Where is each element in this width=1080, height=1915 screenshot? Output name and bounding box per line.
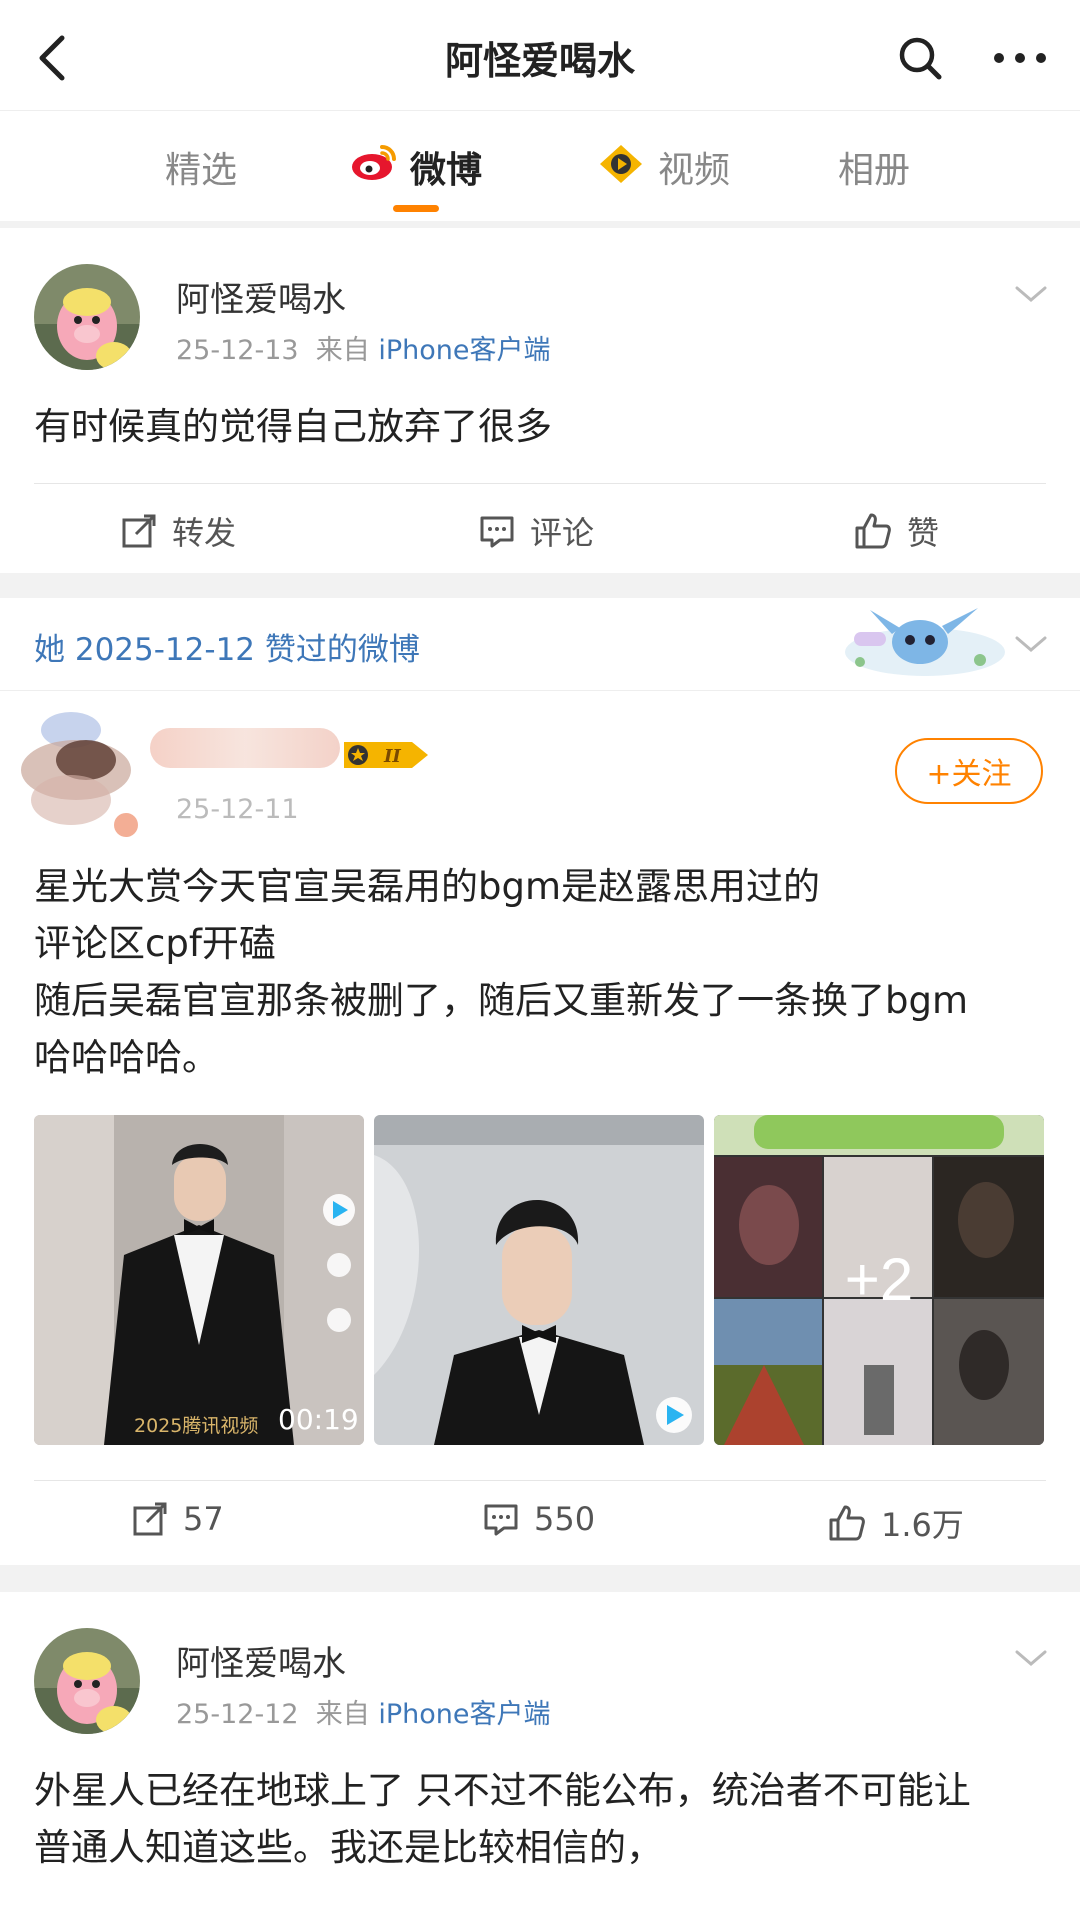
like-button[interactable]: 1.6万 [827,1500,964,1546]
video-icon [598,143,644,189]
active-tab-indicator [393,205,439,212]
blurred-avatar[interactable] [16,700,146,850]
top-bar: 阿怪爱喝水 [0,0,1080,110]
liked-post-date: 25-12-11 [176,794,299,825]
avatar[interactable] [34,264,140,370]
comment-icon [484,1504,518,1536]
post-text: 有时候真的觉得自己放弃了很多 [34,405,552,448]
comment-button[interactable]: 550 [482,1500,595,1538]
video-watermark: 2025腾讯视频 [134,1415,259,1437]
follow-button[interactable]: +关注 [895,738,1043,804]
like-button[interactable]: 赞 [853,508,939,554]
chevron-down-icon[interactable] [1013,282,1049,306]
image-grid-thumbnail[interactable]: +2 [714,1115,1044,1445]
post-card: 阿怪爱喝水 25-12-13 来自 iPhone客户端 有时候真的觉得自己放弃了… [0,228,1080,573]
post-date: 25-12-13 [176,335,299,366]
svg-text:II: II [383,746,401,767]
divider [34,1480,1046,1481]
post-meta: 25-12-12 来自 iPhone客户端 [176,1692,550,1731]
username[interactable]: 阿怪爱喝水 [176,272,346,321]
tab-video[interactable]: 视频 [658,141,730,193]
repost-button[interactable]: 转发 [120,508,236,554]
post-source[interactable]: iPhone客户端 [378,1699,550,1730]
share-icon [122,514,156,548]
repost-label: 转发 [172,514,237,552]
divider [34,483,1046,484]
chevron-down-icon[interactable] [1013,1646,1049,1670]
post-card: 阿怪爱喝水 25-12-12 来自 iPhone客户端 外星人已经在地球上了 只… [0,1592,1080,1915]
thumbs-up-icon [829,1505,865,1541]
like-count: 1.6万 [881,1506,964,1544]
image-thumbnail[interactable] [374,1115,704,1445]
vip-badge-icon: II [342,738,432,776]
text-line: 随后吴磊官宣那条被删了，随后又重新发了一条换了bgm [34,979,969,1022]
comment-label: 评论 [530,514,595,552]
comment-icon [480,516,514,548]
text-line: 外星人已经在地球上了 只不过不能公布，统治者不可能让 [34,1769,971,1812]
tab-weibo[interactable]: 微博 [410,141,482,193]
weibo-logo-icon [350,141,400,187]
username[interactable]: 阿怪爱喝水 [176,1636,346,1685]
repost-button[interactable]: 57 [131,1500,224,1538]
video-duration: 00:19 [278,1403,359,1436]
more-images-count: +2 [844,1246,914,1313]
video-thumbnail[interactable]: 2025腾讯视频 00:19 [34,1115,364,1445]
liked-label: 她 2025-12-12 赞过的微博 [34,632,420,668]
source-prefix: 来自 [315,335,370,366]
text-line: 哈哈哈哈。 [34,1036,219,1079]
tab-featured[interactable]: 精选 [165,141,237,193]
liked-section-header: 她 2025-12-12 赞过的微博 [0,598,1080,691]
text-line: 星光大赏今天官宣吴磊用的bgm是赵露思用过的 [34,865,821,908]
text-line: 普通人知道这些。我还是比较相信的， [34,1826,663,1869]
avatar[interactable] [34,1628,140,1734]
more-icon[interactable] [985,28,1055,88]
post-date: 25-12-12 [176,1699,299,1730]
text-line: 评论区cpf开磕 [34,922,276,965]
liked-post-text: 星光大赏今天官宣吴磊用的bgm是赵露思用过的 评论区cpf开磕 随后吴磊官宣那条… [34,858,1046,1086]
post-source[interactable]: iPhone客户端 [378,335,550,366]
comment-count: 550 [534,1500,596,1538]
share-icon [133,1502,167,1536]
like-label: 赞 [907,514,940,552]
profile-tabs: 精选 微博 视频 相册 [0,110,1080,221]
thumbs-up-icon [855,513,891,549]
repost-count: 57 [183,1500,224,1538]
chevron-down-icon[interactable] [1013,632,1049,656]
post-meta: 25-12-13 来自 iPhone客户端 [176,328,550,367]
comment-button[interactable]: 评论 [478,508,594,554]
sticker-icon [830,604,1010,688]
tab-album[interactable]: 相册 [838,141,910,193]
source-prefix: 来自 [315,1699,370,1730]
post-text: 外星人已经在地球上了 只不过不能公布，统治者不可能让 普通人知道这些。我还是比较… [34,1762,1046,1876]
blurred-username[interactable] [150,728,340,768]
search-icon[interactable] [890,28,950,88]
